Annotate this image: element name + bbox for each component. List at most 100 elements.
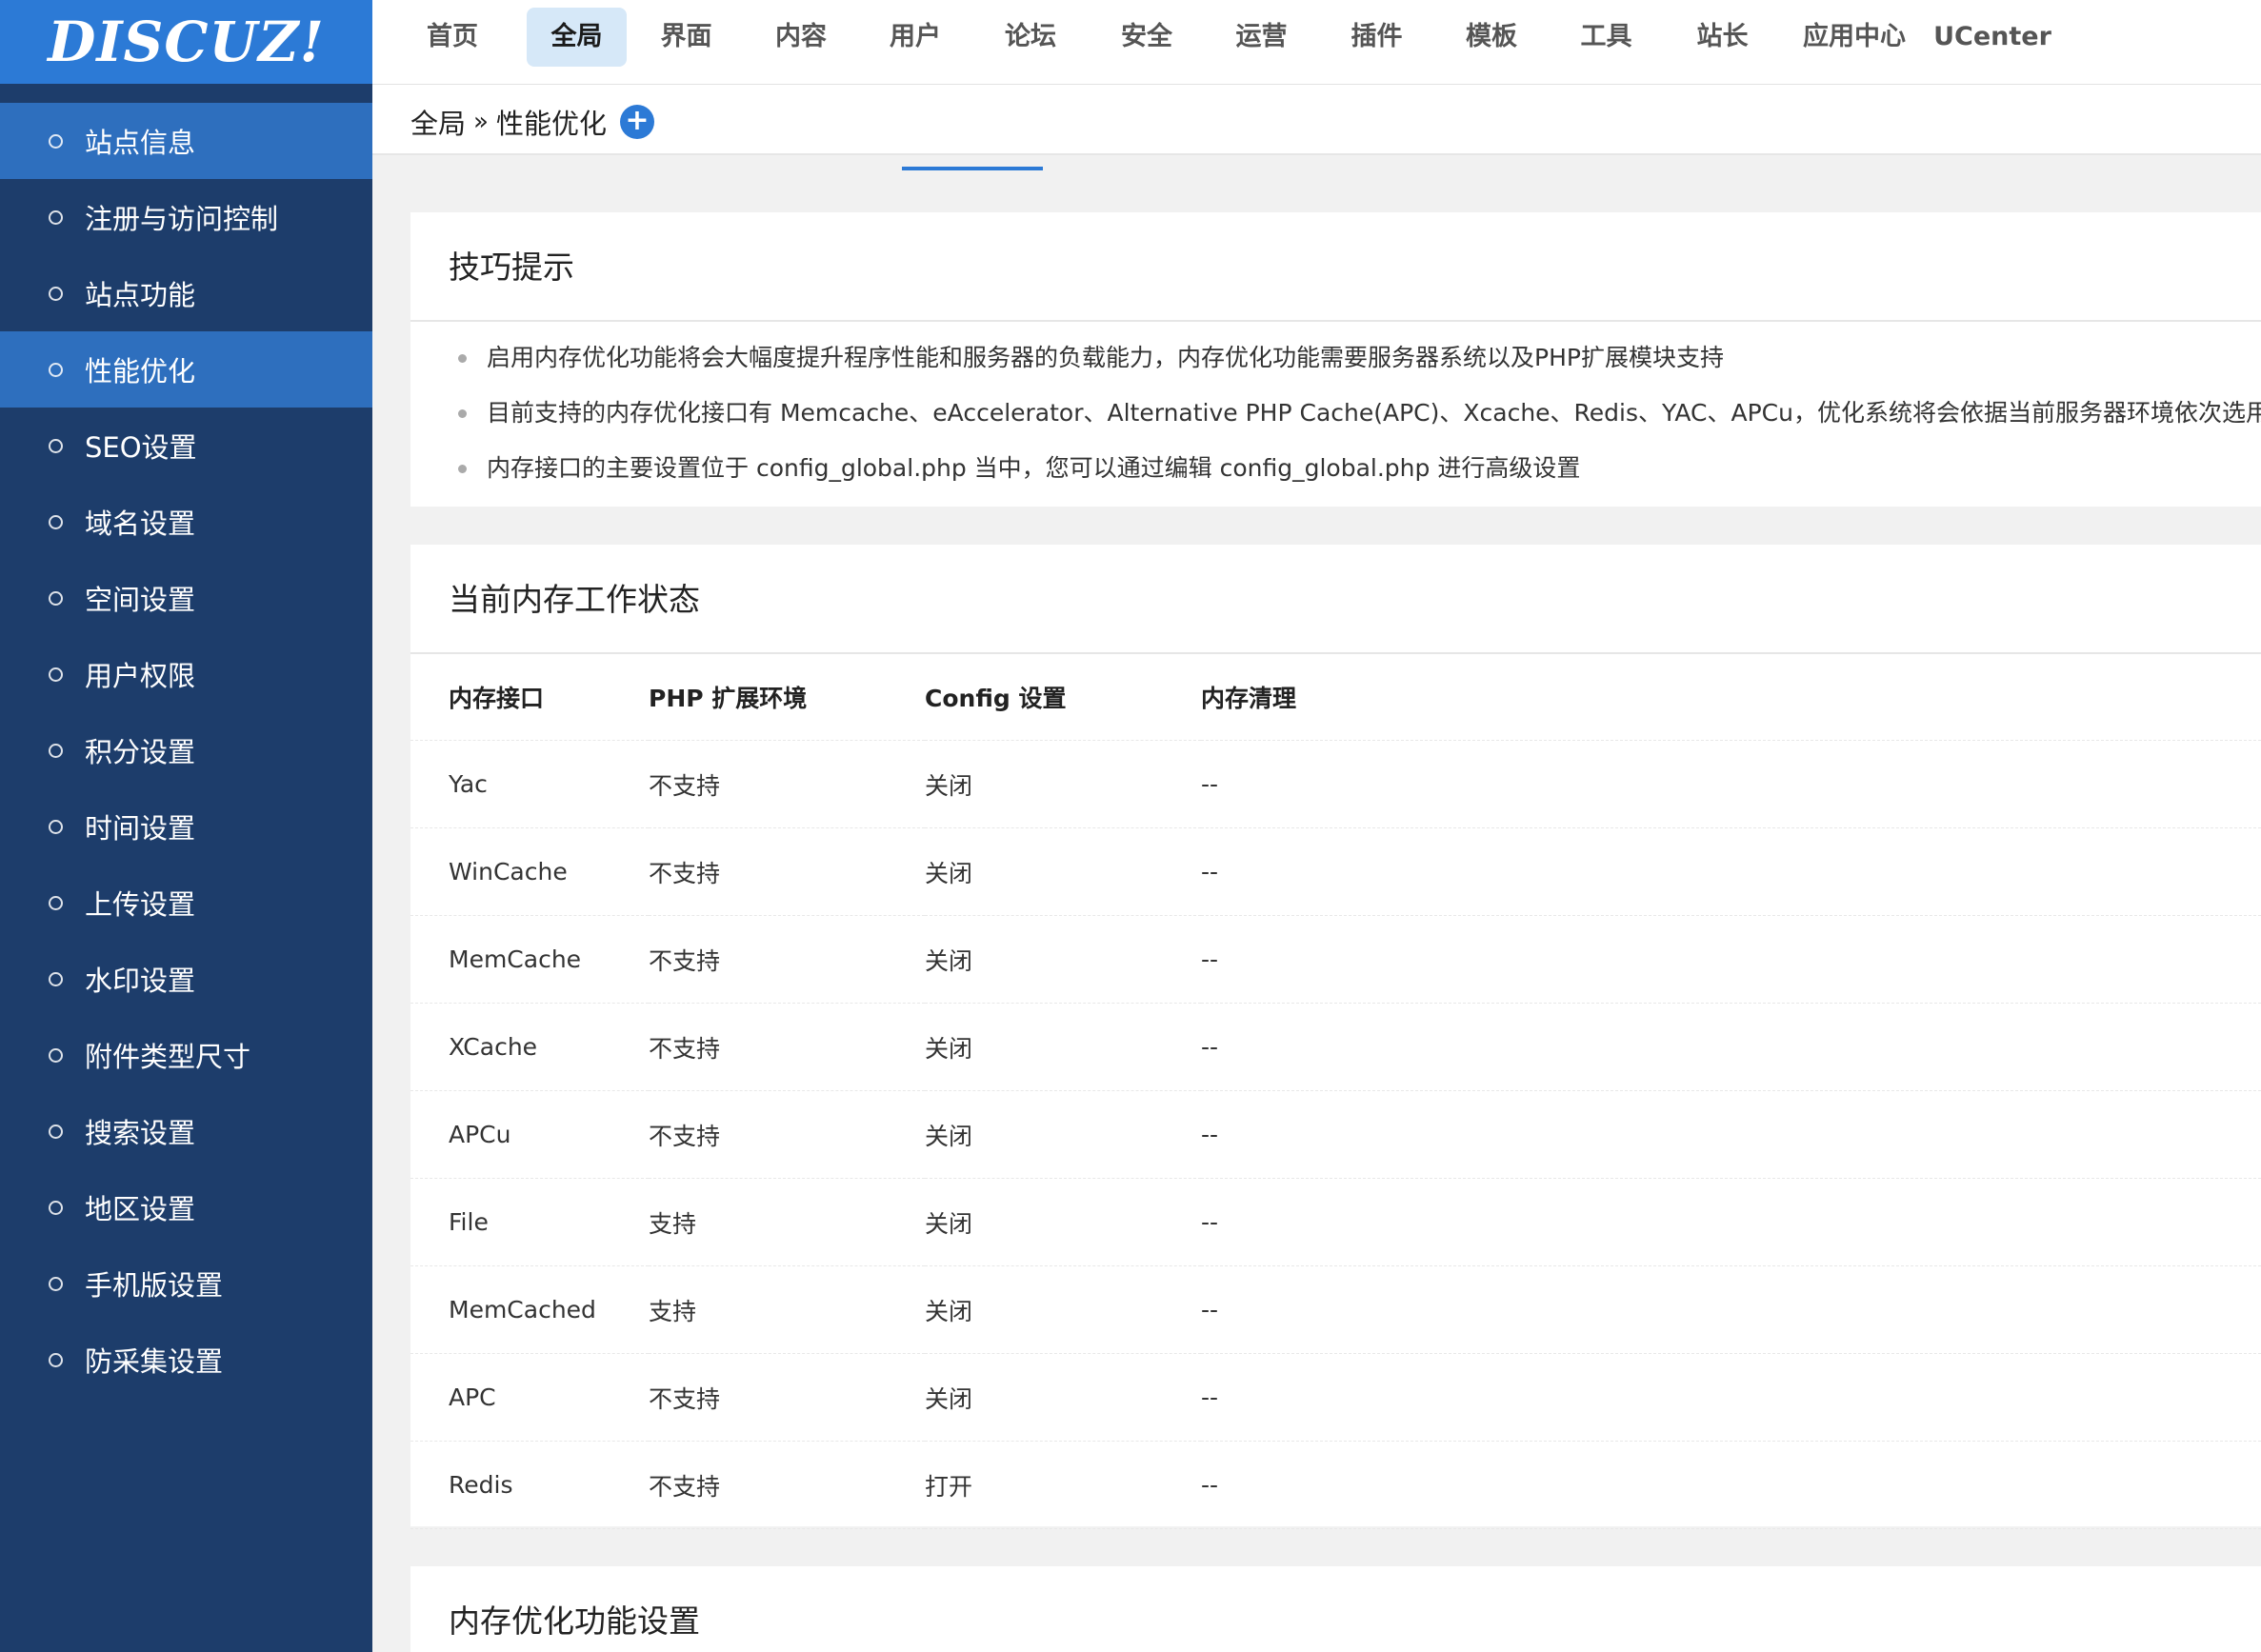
clear-cell[interactable]: -- [1201,827,2261,916]
config-cell: 关闭 [925,740,1201,828]
sidebar-item-label: 站点信息 [85,127,196,159]
sidebar-item-12[interactable]: 附件类型尺寸 [0,1017,372,1093]
tip-item: 内存接口的主要设置位于 config_global.php 当中，您可以通过编辑… [410,446,2261,501]
php-extension-cell: 不支持 [649,827,925,916]
breadcrumb-separator: » [473,108,489,136]
sidebar-item-4[interactable]: SEO设置 [0,408,372,484]
config-cell: 关闭 [925,1178,1201,1266]
tab-10[interactable]: 工具 [1560,8,1652,67]
circle-bullet-icon [49,895,63,910]
sidebar-item-label: 域名设置 [85,508,196,540]
circle-bullet-icon [49,133,63,149]
tab-5[interactable]: 论坛 [986,8,1075,67]
config-cell: 关闭 [925,1265,1201,1354]
sidebar-item-label: SEO设置 [85,431,197,464]
circle-bullet-icon [49,1047,63,1063]
sidebar-item-1[interactable]: 注册与访问控制 [0,179,372,255]
sidebar-item-7[interactable]: 用户权限 [0,636,372,712]
tab-7[interactable]: 运营 [1216,8,1307,67]
table-row: APC 不支持 关闭 -- [410,1353,2261,1442]
sidebar-item-label: 空间设置 [85,584,196,616]
sidebar-item-0[interactable]: 站点信息 [0,103,372,179]
table-row: Redis 不支持 打开 -- [410,1441,2261,1529]
header-php-extension: PHP 扩展环境 [649,654,925,741]
circle-bullet-icon [49,743,63,758]
tips-panel: 技巧提示 启用内存优化功能将会大幅度提升程序性能和服务器的负载能力，内存优化功能… [410,212,2261,507]
memory-status-title: 当前内存工作状态 [410,545,2261,654]
tip-item: 启用内存优化功能将会大幅度提升程序性能和服务器的负载能力，内存优化功能需要服务器… [410,335,2261,390]
tab-2[interactable]: 界面 [641,8,731,67]
sidebar-item-2[interactable]: 站点功能 [0,255,372,331]
clear-cell[interactable]: -- [1201,1178,2261,1266]
sidebar-item-label: 手机版设置 [85,1269,224,1302]
tab-9[interactable]: 模板 [1446,8,1537,67]
memory-status-panel: 当前内存工作状态 内存接口 PHP 扩展环境 Config 设置 内存清理 Ya… [410,545,2261,1529]
sidebar-item-15[interactable]: 手机版设置 [0,1245,372,1322]
add-shortcut-plus-icon[interactable]: + [619,105,654,139]
sidebar-item-3[interactable]: 性能优化 [0,331,372,408]
php-extension-cell: 不支持 [649,740,925,828]
sidebar-item-11[interactable]: 水印设置 [0,941,372,1017]
breadcrumb-root[interactable]: 全局 [410,102,466,142]
circle-bullet-icon [49,1200,63,1215]
sidebar-item-label: 站点功能 [85,279,196,311]
sidebar-item-5[interactable]: 域名设置 [0,484,372,560]
tab-6[interactable]: 安全 [1102,8,1191,67]
interface-cell: MemCached [410,1265,649,1354]
tab-1[interactable]: 全局 [527,8,627,67]
tab-13[interactable]: UCenter [1933,8,2051,67]
memory-status-table: 内存接口 PHP 扩展环境 Config 设置 内存清理 Yac 不支持 关闭 -- W… [410,654,2261,1529]
sidebar-item-14[interactable]: 地区设置 [0,1169,372,1245]
sidebar-item-13[interactable]: 搜索设置 [0,1093,372,1169]
table-row: MemCache 不支持 关闭 -- [410,915,2261,1004]
active-subtab-underline [902,167,1043,170]
table-row: WinCache 不支持 关闭 -- [410,827,2261,916]
clear-cell[interactable]: -- [1201,915,2261,1004]
circle-bullet-icon [49,362,63,377]
sidebar-item-label: 注册与访问控制 [85,203,279,235]
breadcrumb-bar: 全局 » 性能优化 + [372,85,2261,155]
tab-8[interactable]: 插件 [1331,8,1422,67]
circle-bullet-icon [49,1124,63,1139]
interface-cell: File [410,1178,649,1266]
sidebar-item-label: 搜索设置 [85,1117,196,1149]
sidebar-item-label: 水印设置 [85,965,196,997]
interface-cell: MemCache [410,915,649,1004]
header-config: Config 设置 [925,654,1201,741]
clear-cell[interactable]: -- [1201,1090,2261,1179]
sidebar-item-label: 性能优化 [85,355,196,388]
circle-bullet-icon [49,819,63,834]
top-nav: 首页 全局 界面 内容 用户 论坛 安全 运营 插件 模板 工具 站长 应用中心 UCenter [372,0,2261,85]
config-cell: 打开 [925,1441,1201,1529]
table-row: APCu 不支持 关闭 -- [410,1090,2261,1179]
tab-0[interactable]: 首页 [413,8,491,67]
memory-settings-panel: 内存优化功能设置 [410,1566,2261,1652]
clear-cell[interactable]: -- [1201,1441,2261,1529]
sidebar-item-label: 附件类型尺寸 [85,1041,251,1073]
sidebar-item-label: 防采集设置 [85,1345,224,1378]
interface-cell: Yac [410,740,649,828]
sidebar-item-label: 用户权限 [85,660,196,692]
clear-cell[interactable]: -- [1201,1265,2261,1354]
sidebar-item-10[interactable]: 上传设置 [0,865,372,941]
breadcrumb-current: 性能优化 [495,108,607,140]
sidebar-item-label: 时间设置 [85,812,196,845]
php-extension-cell: 不支持 [649,915,925,1004]
tab-11[interactable]: 站长 [1676,8,1769,67]
circle-bullet-icon [49,1276,63,1291]
circle-bullet-icon [49,286,63,301]
clear-cell[interactable]: -- [1201,740,2261,828]
tab-3[interactable]: 内容 [757,8,845,67]
sidebar-item-6[interactable]: 空间设置 [0,560,372,636]
sidebar-item-8[interactable]: 积分设置 [0,712,372,788]
tab-4[interactable]: 用户 [871,8,959,67]
table-row: MemCached 支持 关闭 -- [410,1265,2261,1354]
discuz-logo[interactable]: DISCUZ! [0,0,372,84]
sidebar-item-16[interactable]: 防采集设置 [0,1322,372,1398]
clear-cell[interactable]: -- [1201,1003,2261,1091]
tab-12[interactable]: 应用中心 [1791,8,1918,67]
sidebar-item-9[interactable]: 时间设置 [0,788,372,865]
php-extension-cell: 支持 [649,1178,925,1266]
clear-cell[interactable]: -- [1201,1353,2261,1442]
interface-cell: WinCache [410,827,649,916]
